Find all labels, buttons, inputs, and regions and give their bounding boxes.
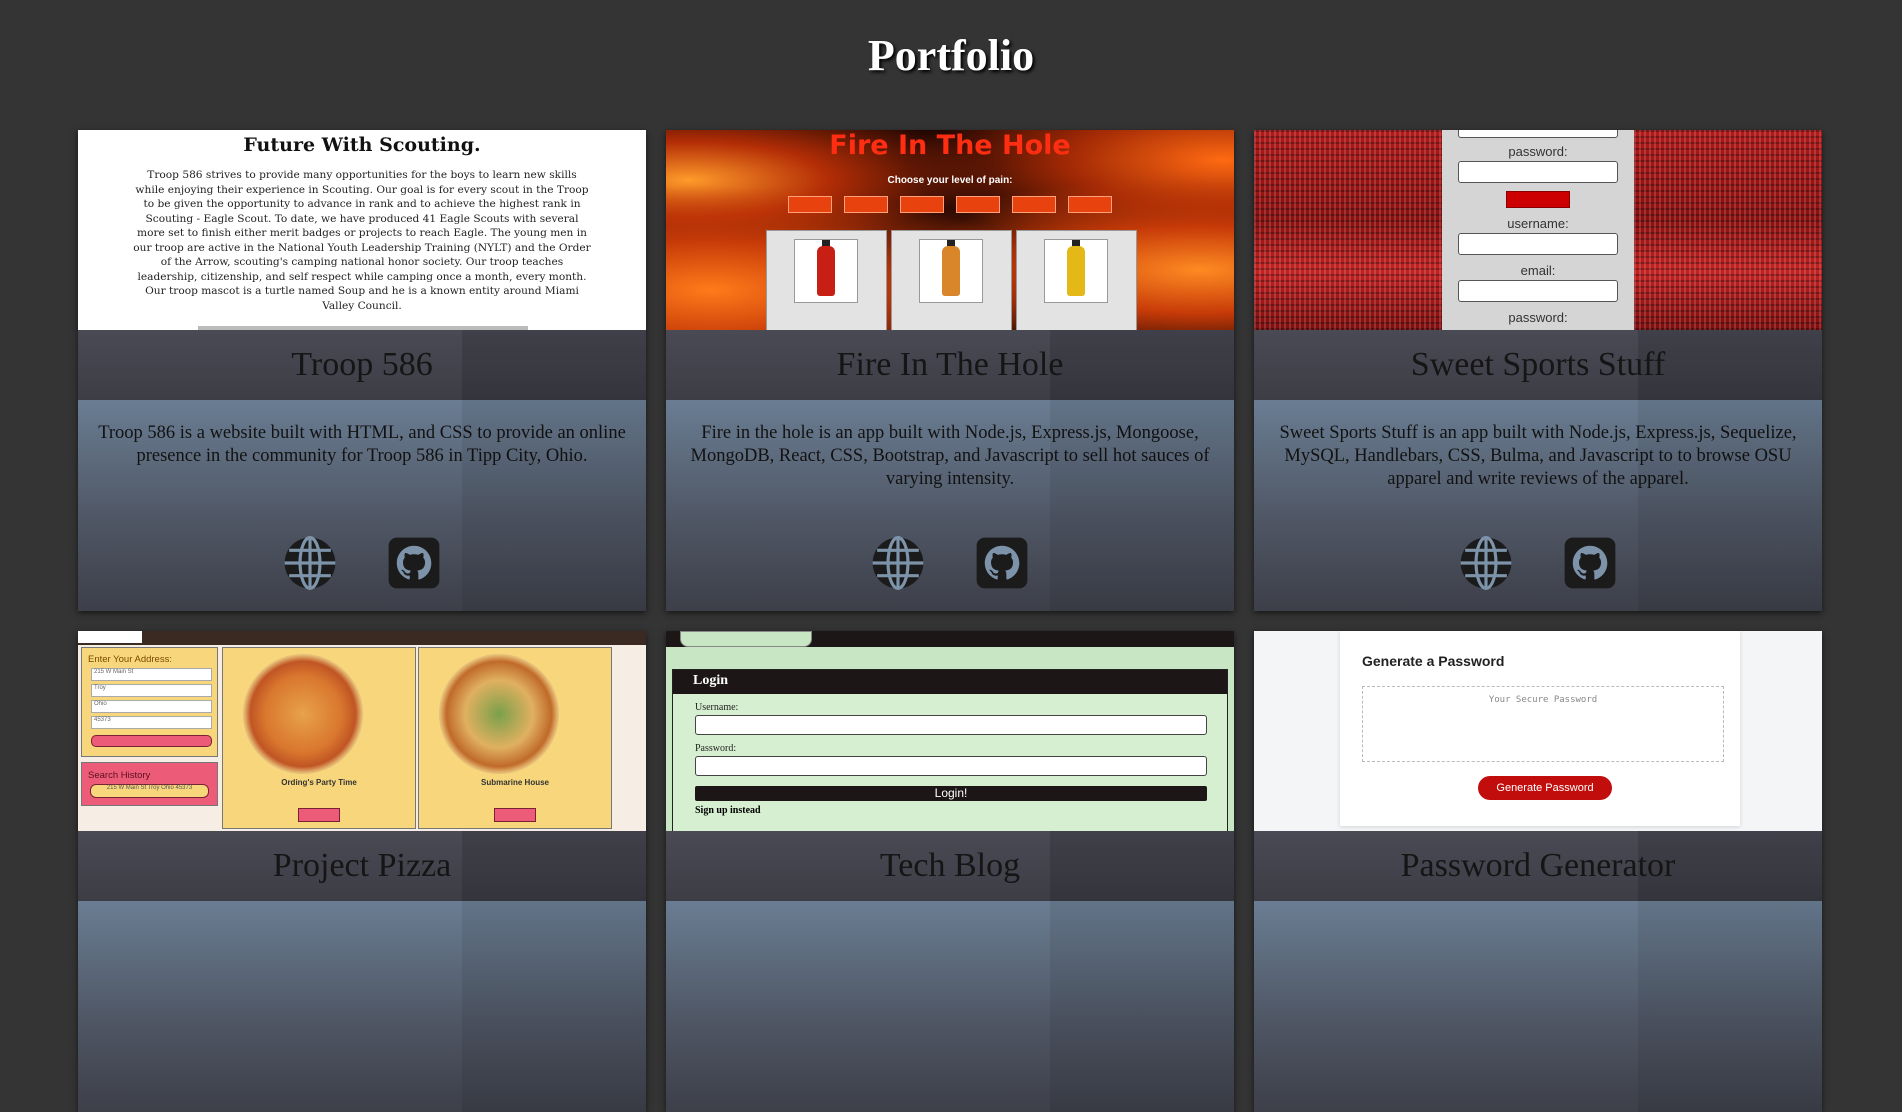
project-screenshot[interactable]: Generate a Password Your Secure Password… bbox=[1254, 631, 1822, 831]
filter-pill bbox=[900, 196, 944, 213]
project-name: Tech Blog bbox=[879, 847, 1021, 884]
password-label: Password: bbox=[695, 743, 737, 754]
filter-pill bbox=[956, 196, 1000, 213]
project-links bbox=[78, 534, 646, 592]
directions-button bbox=[494, 808, 536, 822]
pizza-image bbox=[439, 654, 559, 774]
globe-icon[interactable] bbox=[869, 534, 927, 592]
project-name-bar: Sweet Sports Stuff bbox=[1254, 330, 1822, 400]
project-name-bar: Project Pizza bbox=[78, 831, 646, 901]
username-label: Username: bbox=[695, 702, 739, 713]
address-line: 45373 bbox=[91, 716, 212, 729]
project-name: Sweet Sports Stuff bbox=[1410, 346, 1666, 383]
form-button bbox=[1506, 191, 1570, 208]
form-label: password: bbox=[1508, 144, 1568, 159]
address-heading: Enter Your Address: bbox=[88, 654, 172, 665]
project-screenshot[interactable]: password: username: email: password: bbox=[1254, 130, 1822, 330]
screenshot-login-form: password: username: email: password: bbox=[1442, 130, 1634, 330]
screenshot-filter-buttons bbox=[666, 196, 1234, 213]
project-name-bar: Fire In The Hole bbox=[666, 330, 1234, 400]
project-card-password-generator: Generate a Password Your Secure Password… bbox=[1254, 631, 1822, 1112]
pizza-image bbox=[243, 654, 363, 774]
address-panel: Enter Your Address: 215 W Main St Troy O… bbox=[81, 647, 218, 757]
project-screenshot[interactable]: Future With Scouting. Troop 586 strives … bbox=[78, 130, 646, 330]
restaurant-name: Submarine House bbox=[480, 778, 549, 787]
project-screenshot[interactable]: Fire In The Hole Choose your level of pa… bbox=[666, 130, 1234, 330]
project-name: Project Pizza bbox=[272, 847, 452, 884]
project-name: Password Generator bbox=[1400, 847, 1676, 884]
password-field bbox=[695, 756, 1207, 776]
project-card-sweet-sports-stuff: password: username: email: password: Swe… bbox=[1254, 130, 1822, 611]
project-description: Troop 586 is a website built with HTML, … bbox=[98, 423, 626, 466]
screenshot-tab bbox=[680, 631, 812, 647]
project-name-bar: Password Generator bbox=[1254, 831, 1822, 901]
screenshot-heading: Fire In The Hole bbox=[829, 130, 1071, 161]
address-submit bbox=[91, 735, 212, 747]
project-card-troop-586: Future With Scouting. Troop 586 strives … bbox=[78, 130, 646, 611]
project-card-fire-in-the-hole: Fire In The Hole Choose your level of pa… bbox=[666, 130, 1234, 611]
filter-pill bbox=[1068, 196, 1112, 213]
login-title: Login bbox=[673, 670, 1227, 694]
form-label: password: bbox=[1508, 310, 1568, 325]
project-name-bar: Troop 586 bbox=[78, 330, 646, 400]
screenshot-paragraph: Troop 586 strives to provide many opport… bbox=[133, 169, 591, 312]
github-icon[interactable] bbox=[1561, 534, 1619, 592]
login-button: Login! bbox=[695, 786, 1207, 801]
project-card-tech-blog: Login Username: Password: Login! Sign up… bbox=[666, 631, 1234, 1112]
filter-pill bbox=[788, 196, 832, 213]
filter-pill bbox=[1012, 196, 1056, 213]
restaurant-card: Submarine House bbox=[418, 647, 612, 829]
generate-button: Generate Password bbox=[1478, 776, 1612, 800]
form-field bbox=[1458, 161, 1618, 183]
project-name-bar: Tech Blog bbox=[666, 831, 1234, 901]
project-screenshot[interactable]: Enter Your Address: 215 W Main St Troy O… bbox=[78, 631, 646, 831]
restaurant-name: Ording's Party Time bbox=[281, 778, 357, 787]
github-icon[interactable] bbox=[973, 534, 1031, 592]
screenshot-heading: Future With Scouting. bbox=[243, 134, 481, 156]
history-panel: Search History 215 W Main St Troy Ohio 4… bbox=[81, 762, 218, 806]
project-description: Fire in the hole is an app built with No… bbox=[690, 423, 1210, 489]
login-box: Login Username: Password: Login! Sign up… bbox=[672, 669, 1228, 831]
generator-card: Generate a Password Your Secure Password… bbox=[1340, 631, 1740, 826]
filter-pill bbox=[844, 196, 888, 213]
form-label: username: bbox=[1507, 216, 1569, 231]
generator-heading: Generate a Password bbox=[1362, 653, 1505, 669]
address-line: 215 W Main St bbox=[91, 668, 212, 681]
restaurant-card: Ording's Party Time bbox=[222, 647, 416, 829]
project-description: Sweet Sports Stuff is an app built with … bbox=[1279, 423, 1797, 489]
project-screenshot[interactable]: Login Username: Password: Login! Sign up… bbox=[666, 631, 1234, 831]
screenshot-subheading: Choose your level of pain: bbox=[887, 175, 1013, 186]
project-name: Fire In The Hole bbox=[836, 346, 1064, 383]
screenshot-topbar bbox=[78, 631, 646, 645]
globe-icon[interactable] bbox=[1457, 534, 1515, 592]
form-field bbox=[1458, 130, 1618, 138]
form-field bbox=[1458, 233, 1618, 255]
sauce-cards bbox=[766, 230, 1137, 330]
form-label: email: bbox=[1520, 263, 1556, 278]
project-links bbox=[1254, 534, 1822, 592]
sauce-card bbox=[766, 230, 887, 330]
sauce-card bbox=[1016, 230, 1137, 330]
form-field bbox=[1458, 280, 1618, 302]
history-item: 215 W Main St Troy Ohio 45373 bbox=[90, 784, 209, 798]
project-name: Troop 586 bbox=[291, 346, 433, 383]
username-field bbox=[695, 715, 1207, 735]
project-links bbox=[666, 534, 1234, 592]
directions-button bbox=[298, 808, 340, 822]
project-grid: Future With Scouting. Troop 586 strives … bbox=[78, 130, 1822, 1112]
address-line: Troy bbox=[91, 684, 212, 697]
page-title: Portfolio bbox=[867, 31, 1035, 80]
globe-icon[interactable] bbox=[281, 534, 339, 592]
screenshot-tab bbox=[78, 631, 142, 643]
project-card-project-pizza: Enter Your Address: 215 W Main St Troy O… bbox=[78, 631, 646, 1112]
github-icon[interactable] bbox=[385, 534, 443, 592]
password-output: Your Secure Password bbox=[1362, 686, 1724, 762]
address-line: Ohio bbox=[91, 700, 212, 713]
signup-link: Sign up instead bbox=[695, 805, 761, 816]
sauce-card bbox=[891, 230, 1012, 330]
history-heading: Search History bbox=[88, 770, 151, 781]
